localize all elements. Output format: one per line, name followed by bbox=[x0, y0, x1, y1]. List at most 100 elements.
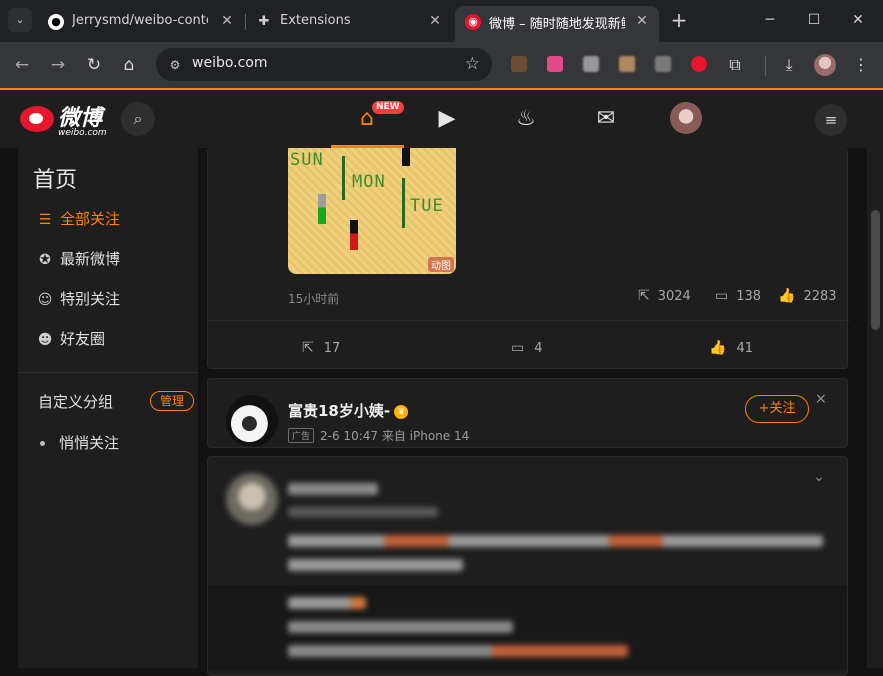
home-button[interactable]: ⌂ bbox=[116, 52, 142, 78]
custom-group-title: 自定义分组 bbox=[38, 393, 114, 411]
author-avatar[interactable] bbox=[226, 473, 278, 525]
extension-icon[interactable] bbox=[511, 56, 527, 72]
close-icon[interactable]: ✕ bbox=[218, 12, 236, 30]
manage-button[interactable]: 管理 bbox=[150, 391, 194, 411]
address-bar[interactable]: ⚙ weibo.com ☆ bbox=[156, 48, 492, 81]
weibo-logo[interactable]: 微博 weibo.com bbox=[18, 100, 118, 138]
new-badge: NEW bbox=[372, 101, 404, 114]
extensions-puzzle-icon[interactable]: ⧉ bbox=[723, 53, 747, 77]
blurred-post: ⌄ bbox=[207, 456, 848, 676]
tab-search-button[interactable]: ⌄ bbox=[8, 8, 32, 32]
sidebar-item-friends[interactable]: ☻ 好友圈 bbox=[36, 327, 105, 351]
sidebar-item-special[interactable]: ☺ 特别关注 bbox=[36, 287, 120, 311]
gif-figure bbox=[318, 194, 326, 224]
blurred-repost-text bbox=[288, 621, 513, 633]
comment-button[interactable]: ▭ 4 bbox=[511, 340, 543, 356]
blurred-post-text bbox=[288, 535, 823, 547]
post-time: 15小时前 bbox=[288, 292, 340, 306]
chevron-down-icon[interactable]: ⌄ bbox=[813, 469, 825, 485]
gif-text: TUE bbox=[410, 196, 444, 216]
minimize-button[interactable]: ─ bbox=[756, 8, 784, 32]
blurred-repost-author bbox=[288, 597, 366, 609]
blurred-post-text bbox=[288, 559, 463, 571]
comment-stat[interactable]: ▭ 138 bbox=[715, 288, 761, 304]
gif-badge: 动图 bbox=[428, 257, 454, 272]
menu-dots-icon[interactable]: ⋮ bbox=[849, 53, 873, 77]
left-sidebar: 首页 ☰ 全部关注 ✪ 最新微博 ☺ 特别关注 ☻ 好友圈 自定义分组 管理 悄悄关注 bbox=[18, 148, 198, 668]
tab-github[interactable]: ● Jerrysmd/weibo-content-f ✕ bbox=[38, 6, 244, 36]
like-button[interactable]: 👍 41 bbox=[709, 340, 753, 356]
extension-icon[interactable] bbox=[619, 56, 635, 72]
hamburger-menu-icon[interactable]: ≡ bbox=[815, 104, 847, 136]
user-star-icon: ☺ bbox=[37, 292, 53, 308]
site-info-icon[interactable]: ⚙ bbox=[166, 56, 184, 74]
sidebar-item-label: 特别关注 bbox=[60, 290, 121, 308]
reload-button[interactable]: ↻ bbox=[81, 52, 107, 78]
forward-button[interactable]: → bbox=[45, 52, 71, 78]
comment-count: 138 bbox=[736, 289, 762, 304]
blurred-repost-text bbox=[288, 645, 628, 657]
repost-count: 3024 bbox=[657, 289, 691, 304]
hot-flame-icon[interactable]: ♨ bbox=[511, 104, 541, 134]
close-ad-button[interactable]: × bbox=[815, 391, 827, 407]
github-icon: ● bbox=[48, 14, 64, 30]
close-icon[interactable]: ✕ bbox=[633, 12, 651, 30]
like-count: 41 bbox=[736, 341, 753, 356]
vip-crown-icon: ♛ bbox=[394, 404, 409, 419]
logo-subtext: weibo.com bbox=[58, 128, 107, 138]
profile-avatar[interactable] bbox=[814, 54, 836, 76]
download-icon[interactable]: ⤓ bbox=[777, 53, 801, 77]
extension-icon[interactable] bbox=[547, 56, 563, 72]
repost-icon: ⇱ bbox=[302, 340, 314, 356]
maximize-button[interactable]: ☐ bbox=[800, 8, 828, 32]
user-avatar[interactable] bbox=[670, 102, 702, 134]
gif-figure bbox=[350, 220, 358, 250]
sidebar-item-label: 最新微博 bbox=[60, 250, 121, 268]
tab-title: Jerrysmd/weibo-content-f bbox=[72, 13, 208, 28]
ad-time-source: 2-6 10:47 来自 iPhone 14 bbox=[320, 429, 470, 443]
follow-button[interactable]: +关注 bbox=[745, 395, 809, 423]
ad-author[interactable]: 富贵18岁小姨- ♛ bbox=[288, 400, 409, 421]
tab-extensions[interactable]: ✚ Extensions ✕ bbox=[246, 6, 452, 36]
sidebar-item-latest[interactable]: ✪ 最新微博 bbox=[36, 247, 120, 271]
sidebar-divider bbox=[18, 372, 198, 373]
ad-post: 富贵18岁小姨- ♛ 广告 2-6 10:47 来自 iPhone 14 +关注 × bbox=[207, 378, 848, 448]
gif-text: SUN bbox=[290, 150, 324, 170]
close-icon[interactable]: ✕ bbox=[426, 12, 444, 30]
sidebar-item-all-following[interactable]: ☰ 全部关注 bbox=[36, 207, 120, 231]
ad-avatar[interactable] bbox=[226, 395, 278, 447]
repost-button[interactable]: ⇱ 17 bbox=[302, 340, 340, 356]
weibo-icon: ◉ bbox=[465, 14, 481, 30]
gif-figure bbox=[402, 148, 410, 166]
like-icon: 👍 bbox=[778, 288, 796, 304]
back-button[interactable]: ← bbox=[9, 52, 35, 78]
gif-text: MON bbox=[352, 172, 386, 192]
extension-icon[interactable] bbox=[583, 56, 599, 72]
sidebar-item-secret-following[interactable]: 悄悄关注 bbox=[40, 432, 119, 453]
close-window-button[interactable]: ✕ bbox=[844, 8, 872, 32]
post-gif-image[interactable]: SUN MON TUE 动图 bbox=[288, 148, 456, 274]
extension-icon[interactable] bbox=[655, 56, 671, 72]
scroll-thumb[interactable] bbox=[871, 210, 880, 330]
bookmark-star-icon[interactable]: ☆ bbox=[465, 54, 480, 74]
search-icon[interactable]: ⌕ bbox=[121, 102, 155, 136]
new-tab-button[interactable]: + bbox=[668, 9, 690, 31]
weibo-extension-icon[interactable] bbox=[691, 56, 707, 72]
tab-weibo[interactable]: ◉ 微博 – 随时随地发现新鲜 ✕ bbox=[455, 6, 659, 42]
toolbar-divider bbox=[765, 56, 766, 76]
sidebar-title: 首页 bbox=[33, 168, 78, 193]
comment-icon: ▭ bbox=[715, 288, 729, 304]
like-icon: 👍 bbox=[709, 340, 727, 356]
list-icon: ☰ bbox=[38, 212, 52, 228]
user-plus-icon: ☻ bbox=[37, 332, 53, 348]
repost-area bbox=[208, 585, 847, 670]
ad-author-name: 富贵18岁小姨- bbox=[288, 402, 391, 420]
like-stat[interactable]: 👍 2283 bbox=[778, 288, 837, 304]
card-divider bbox=[208, 320, 849, 321]
message-icon[interactable]: ✉ bbox=[591, 104, 621, 134]
page-scrollbar[interactable] bbox=[867, 90, 883, 668]
weibo-eye-icon bbox=[20, 106, 54, 132]
repost-stat[interactable]: ⇱ 3024 bbox=[638, 288, 691, 304]
puzzle-icon: ✚ bbox=[258, 14, 270, 29]
video-icon[interactable]: ▶ bbox=[432, 104, 462, 134]
